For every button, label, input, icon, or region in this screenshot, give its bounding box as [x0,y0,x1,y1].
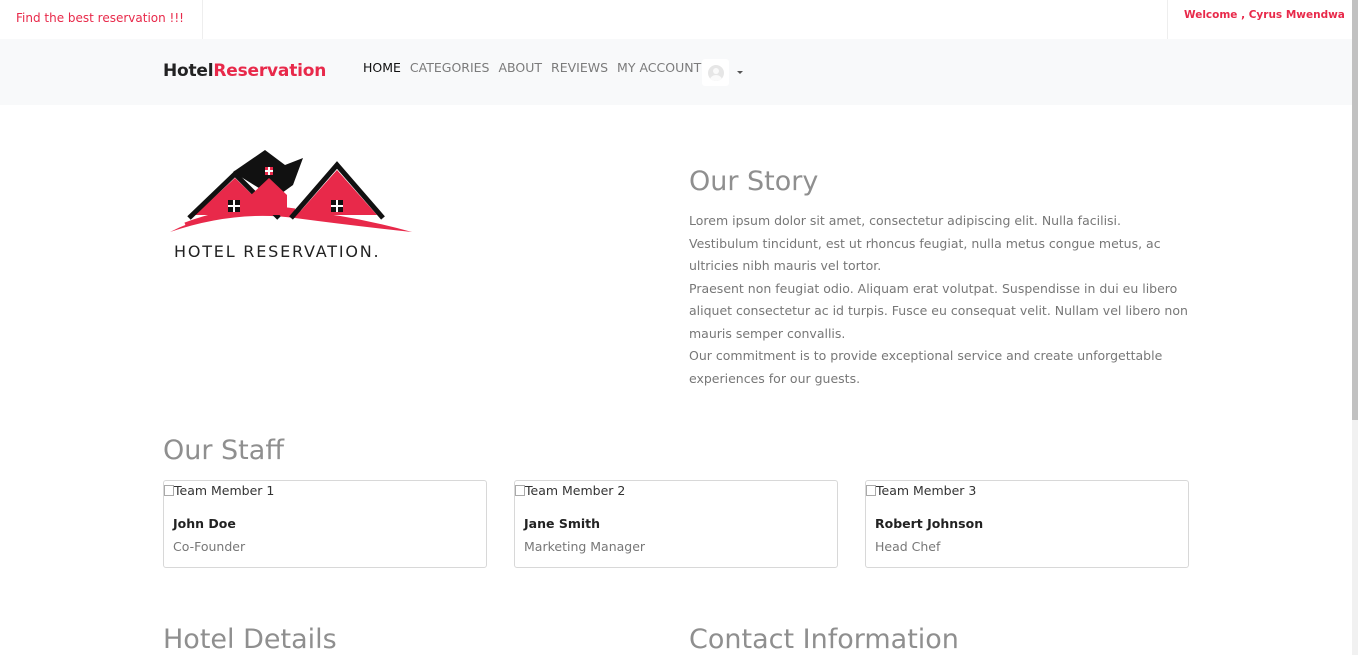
staff-photo-alt: Team Member 2 [525,483,626,498]
story-paragraph-2: Praesent non feugiat odio. Aliquam erat … [689,280,1188,341]
scrollbar[interactable] [1352,0,1358,655]
nav-categories[interactable]: CATEGORIES [410,60,490,75]
staff-photo: Team Member 2 [515,483,625,498]
navbar: HotelReservation HOME CATEGORIES ABOUT R… [0,39,1352,105]
top-bar: Find the best reservation !!! Welcome , … [0,0,1358,39]
staff-photo-alt: Team Member 3 [876,483,977,498]
avatar [702,59,729,86]
story-text: Lorem ipsum dolor sit amet, consectetur … [689,210,1189,390]
nav-my-account[interactable]: MY ACCOUNT [617,60,701,75]
welcome-text: Welcome , Cyrus Mwendwa [1167,0,1358,39]
staff-role: Head Chef [875,539,941,554]
staff-card: Team Member 1 John Doe Co-Founder [163,480,487,568]
staff-card: Team Member 2 Jane Smith Marketing Manag… [514,480,838,568]
user-avatar-icon [707,64,724,81]
story-paragraph-3: Our commitment is to provide exceptional… [689,348,1163,386]
brand-part-reservation: Reservation [213,61,327,81]
staff-name: Jane Smith [524,516,601,531]
main-nav: HOME CATEGORIES ABOUT REVIEWS MY ACCOUNT [363,60,710,75]
staff-name: Robert Johnson [875,516,984,531]
staff-list: Team Member 1 John Doe Co-Founder Team M… [163,480,1189,568]
contact-information-heading: Contact Information [689,624,959,655]
broken-image-icon [164,485,174,496]
staff-role: Co-Founder [173,539,246,554]
brand-part-hotel: Hotel [163,61,214,81]
broken-image-icon [866,485,876,496]
our-story-heading: Our Story [689,166,819,197]
scrollbar-thumb[interactable] [1352,0,1358,420]
broken-image-icon [515,485,525,496]
nav-home[interactable]: HOME [363,60,401,75]
our-staff-heading: Our Staff [163,435,284,466]
promo-text: Find the best reservation !!! [0,0,203,39]
staff-role: Marketing Manager [524,539,646,554]
story-paragraph-1: Lorem ipsum dolor sit amet, consectetur … [689,213,1161,273]
nav-reviews[interactable]: REVIEWS [551,60,608,75]
chevron-down-icon [737,71,743,74]
staff-name: John Doe [173,516,236,531]
staff-photo: Team Member 3 [866,483,976,498]
logo-caption: HOTEL RESERVATION. [174,242,381,261]
hotel-details-heading: Hotel Details [163,624,337,655]
staff-photo-alt: Team Member 1 [174,483,275,498]
user-menu-toggle[interactable] [702,59,743,86]
brand-logo[interactable]: HotelReservation [163,61,326,81]
staff-photo: Team Member 1 [164,483,274,498]
nav-about[interactable]: ABOUT [499,60,543,75]
staff-card: Team Member 3 Robert Johnson Head Chef [865,480,1189,568]
